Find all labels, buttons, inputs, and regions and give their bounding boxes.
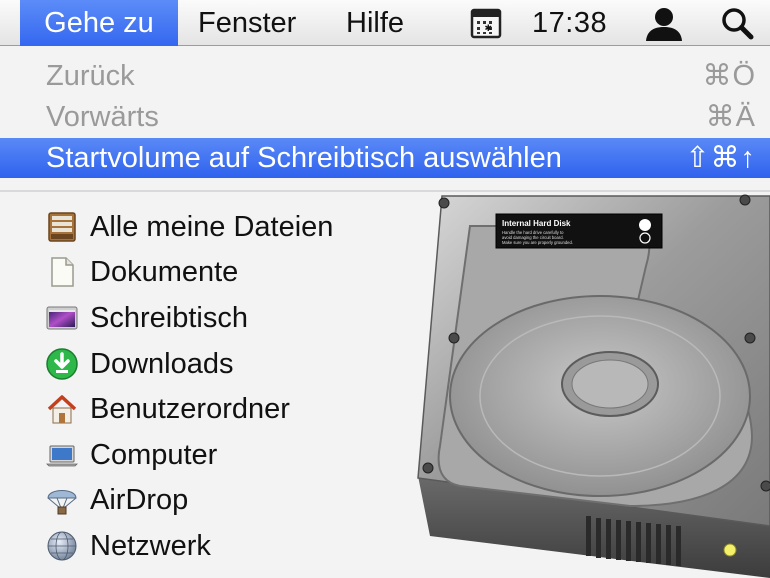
desktop-icon — [46, 306, 78, 330]
menu-item-shortcut: ⌘Ö — [702, 60, 756, 92]
menu-item-label: Startvolume auf Schreibtisch auswählen — [46, 142, 562, 174]
search-icon[interactable] — [720, 6, 754, 40]
menu-fenster[interactable]: Fenster — [198, 0, 296, 46]
menu-hilfe[interactable]: Hilfe — [346, 0, 404, 46]
place-label: Downloads — [90, 348, 234, 380]
home-icon — [47, 395, 77, 424]
place-label: Schreibtisch — [90, 302, 248, 334]
menu-item-zurueck[interactable]: Zurück ⌘Ö — [0, 56, 770, 96]
menu-item-computer[interactable]: Computer — [0, 433, 420, 477]
menu-item-airdrop[interactable]: AirDrop — [0, 478, 420, 522]
menu-item-vorwaerts[interactable]: Vorwärts ⌘Ä — [0, 97, 770, 137]
menu-item-shortcut: ⌘Ä — [705, 101, 756, 133]
place-label: Netzwerk — [90, 530, 211, 562]
place-label: Computer — [90, 439, 218, 471]
user-icon[interactable] — [643, 6, 685, 42]
menu-item-shortcut: ⇧⌘↑ — [685, 142, 756, 174]
hard-disk-label-line: Make sure you are properly grounded. — [502, 240, 573, 245]
airdrop-icon — [47, 490, 77, 515]
menu-item-label: Vorwärts — [46, 101, 159, 133]
place-label: Benutzerordner — [90, 393, 290, 425]
document-icon — [51, 257, 74, 287]
screen: Gehe zu Fenster Hilfe ✱ 17:38 Zurück ⌘Ö … — [0, 0, 770, 578]
computer-icon — [46, 445, 78, 467]
hard-disk-icon: Internal Hard Disk Handle the hard drive… — [417, 194, 770, 578]
menu-gehe-zu[interactable]: Gehe zu — [20, 0, 178, 46]
all-files-icon — [48, 212, 76, 242]
place-label: AirDrop — [90, 484, 189, 516]
menu-item-alle-meine-dateien[interactable]: Alle meine Dateien — [0, 205, 420, 249]
place-label: Dokumente — [90, 256, 239, 288]
network-icon — [47, 531, 77, 561]
menu-item-downloads[interactable]: Downloads — [0, 342, 420, 386]
place-label: Alle meine Dateien — [90, 211, 334, 243]
clock[interactable]: 17:38 — [532, 0, 607, 46]
menu-item-schreibtisch[interactable]: Schreibtisch — [0, 296, 420, 340]
calendar-icon[interactable]: ✱ — [470, 7, 502, 39]
svg-text:✱: ✱ — [485, 24, 493, 34]
menu-item-dokumente[interactable]: Dokumente — [0, 250, 420, 294]
downloads-icon — [46, 348, 78, 380]
menu-bar: Gehe zu Fenster Hilfe ✱ 17:38 — [0, 0, 770, 46]
menu-item-netzwerk[interactable]: Netzwerk — [0, 524, 420, 568]
menu-item-benutzerordner[interactable]: Benutzerordner — [0, 387, 420, 431]
menu-item-startvolume-auf-schreibtisch[interactable]: Startvolume auf Schreibtisch auswählen ⇧… — [0, 138, 770, 178]
hard-disk-label-title: Internal Hard Disk — [502, 219, 571, 228]
menu-item-label: Zurück — [46, 60, 135, 92]
